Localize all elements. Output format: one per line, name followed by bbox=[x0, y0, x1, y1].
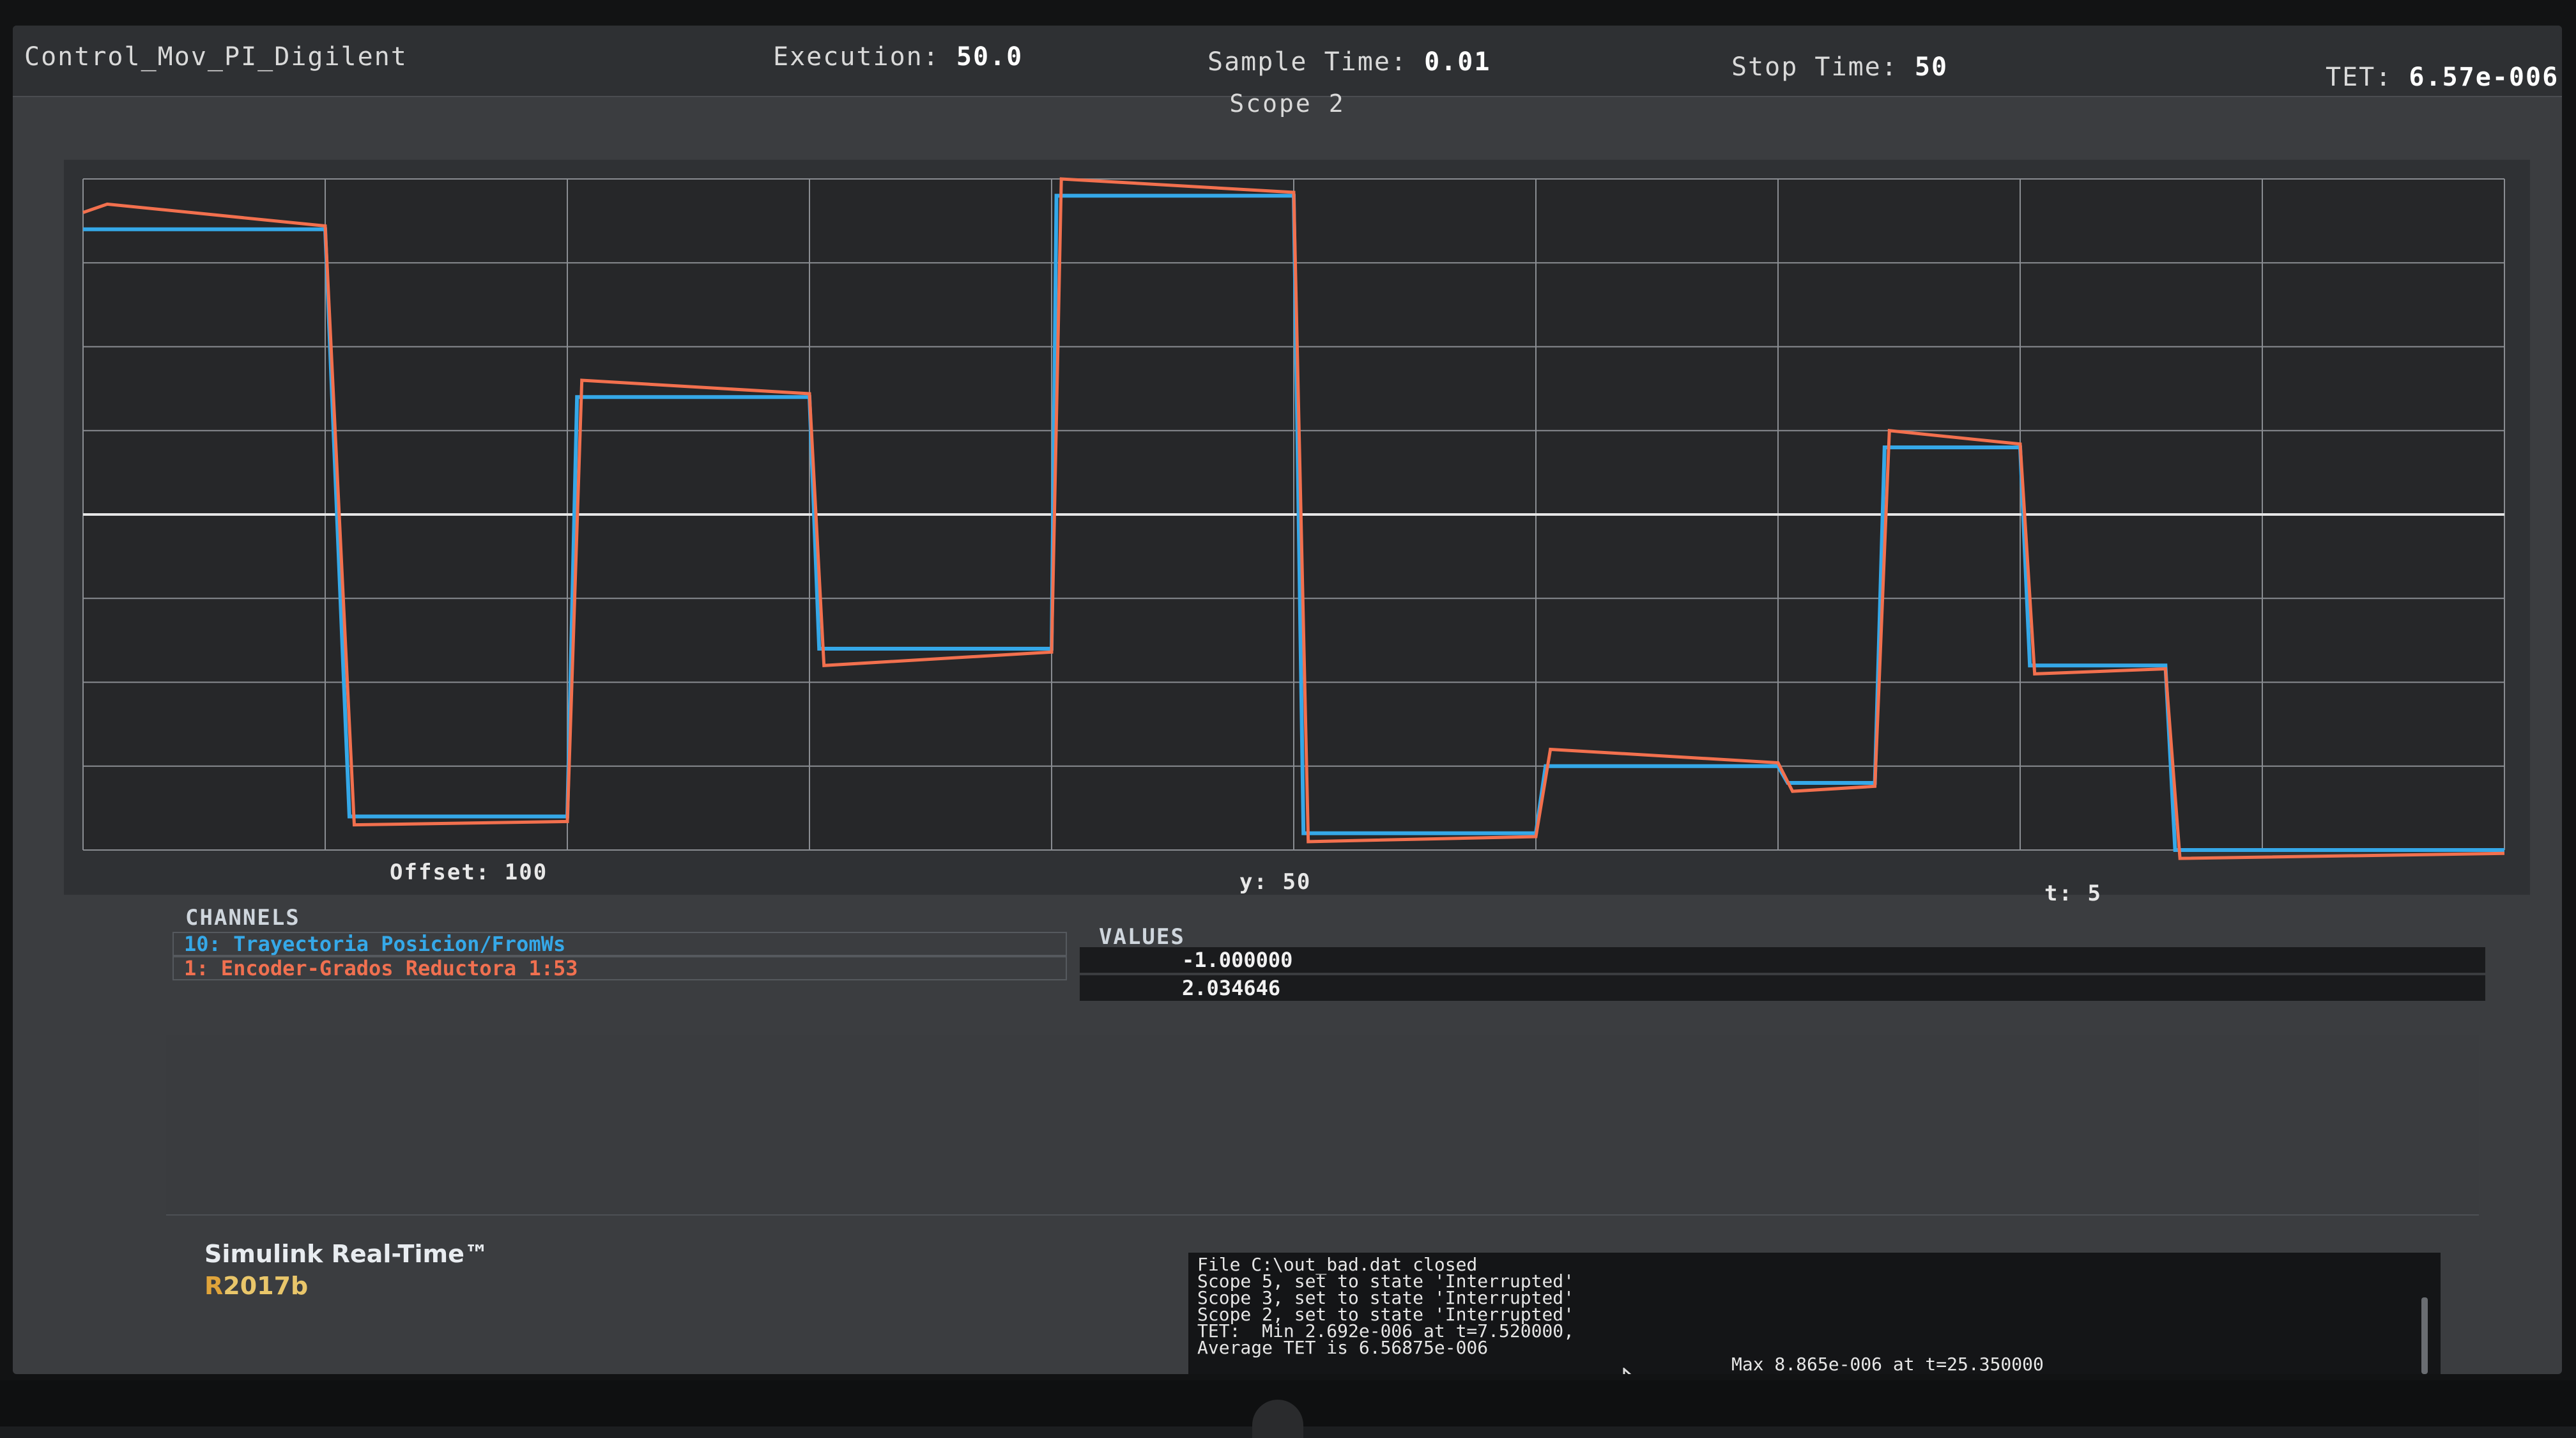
channel-value-encoder: 2.034646 bbox=[1080, 975, 2485, 1001]
tet-label: TET: bbox=[2326, 63, 2393, 92]
channels-header: CHANNELS bbox=[185, 905, 300, 931]
offset-label: Offset: bbox=[390, 860, 491, 885]
channel-label-encoder: 1: Encoder-Grados Reductora 1:53 bbox=[184, 956, 578, 980]
tet-value: 6.57e-006 bbox=[2409, 63, 2559, 92]
tet-status: TET: 6.57e-006 bbox=[2326, 63, 2559, 92]
values-header: VALUES bbox=[1099, 924, 1185, 950]
execution-value: 50.0 bbox=[956, 42, 1023, 72]
scope-plot[interactable]: Offset: 100 y: 50 t: 5 bbox=[64, 160, 2530, 906]
scope-empty-area bbox=[166, 1035, 2479, 1216]
scope-plot-svg bbox=[82, 177, 2505, 860]
console-max-tet: Max 8.865e-006 at t=25.350000 bbox=[1731, 1354, 2044, 1374]
stop-time-status: Stop Time: 50 bbox=[1731, 52, 1948, 82]
channel-row-encoder[interactable]: 1: Encoder-Grados Reductora 1:53 bbox=[172, 956, 1067, 980]
channel-label-trajectory: 10: Trayectoria Posicion/FromWs bbox=[184, 932, 566, 956]
status-bar: Control_Mov_PI_Digilent Execution: 50.0 … bbox=[13, 26, 2562, 97]
sample-time-label: Sample Time: bbox=[1208, 47, 1407, 77]
execution-label: Execution: bbox=[773, 42, 940, 72]
sample-time-status: Sample Time: 0.01 bbox=[1208, 47, 1491, 77]
model-name: Control_Mov_PI_Digilent bbox=[24, 42, 408, 72]
release-prefix: R bbox=[204, 1272, 224, 1300]
product-brand: Simulink Real-Time™ R2017b bbox=[204, 1240, 489, 1300]
channel-value-trajectory: -1.000000 bbox=[1080, 947, 2485, 973]
y-scale-value: 50 bbox=[1282, 869, 1312, 895]
execution-status: Execution: 50.0 bbox=[773, 42, 1023, 72]
monitor: Control_Mov_PI_Digilent Execution: 50.0 … bbox=[0, 0, 2576, 1438]
scope-title: Scope 2 bbox=[1229, 89, 1346, 118]
offset-readout: Offset: 100 bbox=[390, 860, 548, 885]
channels-panel: CHANNELS VALUES 10: Trayectoria Posicion… bbox=[166, 895, 2485, 1035]
console-scrollbar[interactable] bbox=[2421, 1297, 2428, 1374]
stop-time-label: Stop Time: bbox=[1731, 52, 1898, 82]
release-version: 2017b bbox=[223, 1272, 309, 1300]
sample-time-value: 0.01 bbox=[1424, 47, 1491, 77]
mouse-cursor-icon bbox=[1623, 1368, 1632, 1374]
brand-release: R2017b bbox=[204, 1272, 489, 1300]
screen: Control_Mov_PI_Digilent Execution: 50.0 … bbox=[13, 26, 2562, 1374]
brand-title: Simulink Real-Time™ bbox=[204, 1240, 489, 1268]
channel-row-trajectory[interactable]: 10: Trayectoria Posicion/FromWs bbox=[172, 932, 1067, 956]
offset-value: 100 bbox=[504, 860, 548, 885]
y-scale-readout: y: 50 bbox=[1239, 869, 1311, 895]
y-scale-label: y: bbox=[1239, 869, 1268, 895]
stop-time-value: 50 bbox=[1914, 52, 1949, 82]
